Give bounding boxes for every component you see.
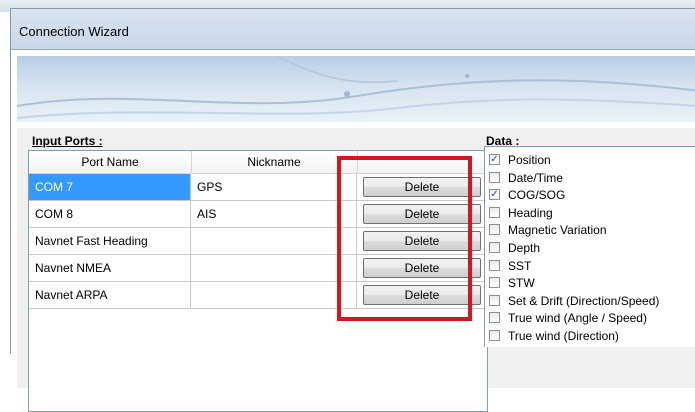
data-item-label: Position (508, 153, 551, 167)
nickname-cell[interactable] (191, 282, 357, 308)
window-title: Connection Wizard (19, 24, 129, 39)
data-item-label: COG/SOG (508, 188, 566, 203)
checkbox[interactable] (489, 294, 500, 306)
data-item-label: Heading (508, 205, 553, 220)
port-name-cell[interactable]: COM 7 (29, 174, 191, 200)
data-item-label: Date/Time (508, 170, 563, 185)
port-name-cell[interactable]: COM 8 (29, 201, 191, 227)
data-item-label: STW (508, 276, 535, 291)
input-ports-label: Input Ports : (32, 134, 103, 148)
checkbox[interactable] (489, 330, 500, 341)
checkbox[interactable] (489, 242, 500, 253)
header-banner (17, 56, 695, 122)
nickname-cell[interactable]: GPS (191, 174, 357, 200)
column-header-port-name[interactable]: Port Name (29, 151, 192, 173)
data-item-label: True wind (Direction) (508, 329, 619, 343)
data-item-label: True wind (Angle / Speed) (508, 311, 647, 326)
nickname-cell[interactable]: AIS (191, 201, 357, 227)
port-name-cell[interactable]: Navnet Fast Heading (29, 228, 191, 254)
data-checklist: ✓ Position Date/Time ✓ COG/SOG Heading Magneti… (484, 146, 695, 347)
title-bar: Connection Wizard (11, 9, 695, 49)
port-name-cell[interactable]: Navnet NMEA (29, 255, 191, 281)
data-item-label: Magnetic Variation (508, 223, 607, 238)
checkbox[interactable] (489, 312, 500, 324)
checked-checkbox[interactable]: ✓ (489, 189, 500, 201)
checkbox[interactable] (489, 206, 500, 218)
data-item-label: SST (508, 258, 532, 273)
nickname-cell[interactable] (191, 228, 357, 254)
checked-checkbox[interactable]: ✓ (489, 154, 500, 165)
checkbox[interactable] (489, 259, 500, 271)
column-header-nickname[interactable]: Nickname (191, 151, 358, 173)
data-item-label: Depth (508, 241, 541, 255)
checkbox[interactable] (489, 171, 500, 183)
checkbox[interactable] (489, 277, 500, 289)
banner-chart-graphic (17, 56, 695, 119)
port-name-cell[interactable]: Navnet ARPA (29, 282, 191, 308)
data-item-label: Set & Drift (Direction/Speed) (508, 293, 660, 308)
delete-buttons-highlight (337, 156, 472, 321)
checkbox[interactable] (489, 224, 500, 236)
nickname-cell[interactable] (191, 255, 357, 281)
